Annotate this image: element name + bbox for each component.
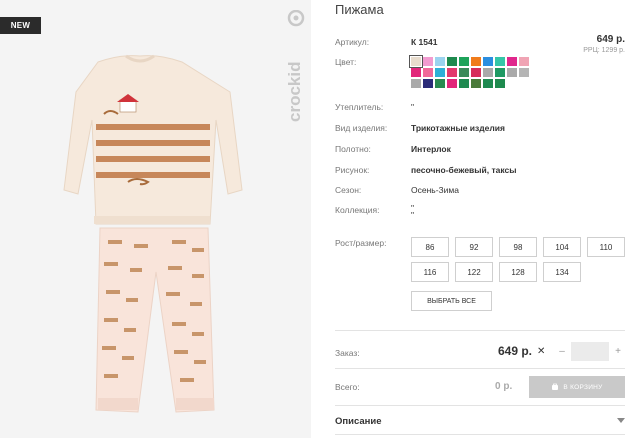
collection-label: Коллекция: (335, 205, 380, 215)
size-button[interactable]: 116 (411, 262, 449, 282)
type-label: Вид изделия: (335, 123, 388, 133)
quantity-stepper: – + (556, 342, 624, 361)
color-swatch[interactable] (423, 79, 433, 88)
color-swatch[interactable] (483, 57, 493, 66)
collection-value: " " (411, 203, 415, 220)
color-swatch[interactable] (519, 68, 529, 77)
color-swatch[interactable] (483, 68, 493, 77)
size-button[interactable]: 122 (455, 262, 493, 282)
plus-button[interactable]: + (612, 346, 624, 357)
divider (335, 434, 625, 435)
add-to-cart-label: В КОРЗИНУ (563, 383, 603, 391)
color-swatch[interactable] (435, 68, 445, 77)
size-button[interactable]: 110 (587, 237, 625, 257)
pattern-label: Рисунок: (335, 165, 370, 175)
color-swatch[interactable] (435, 79, 445, 88)
color-swatch[interactable] (447, 68, 457, 77)
order-label: Заказ: (335, 348, 360, 358)
color-swatch[interactable] (507, 68, 517, 77)
minus-button[interactable]: – (556, 346, 568, 357)
size-grid: 86 92 98 104 110 116 122 128 134 (411, 237, 625, 282)
color-swatch[interactable] (471, 79, 481, 88)
color-swatch[interactable] (423, 68, 433, 77)
add-to-cart-button[interactable]: В КОРЗИНУ (529, 376, 625, 398)
rrp-price: РРЦ: 1299 р. (583, 47, 625, 54)
season-value: Осень-Зима (411, 185, 459, 195)
color-label: Цвет: (335, 57, 357, 67)
color-swatch[interactable] (483, 79, 493, 88)
size-button[interactable]: 104 (543, 237, 581, 257)
size-button[interactable]: 86 (411, 237, 449, 257)
quantity-input[interactable] (571, 342, 609, 361)
color-swatch[interactable] (411, 68, 421, 77)
fabric-label: Полотно: (335, 144, 371, 154)
color-swatch[interactable] (447, 79, 457, 88)
select-all-button[interactable]: ВЫБРАТЬ ВСЕ (411, 291, 492, 311)
divider (335, 330, 625, 331)
color-swatch[interactable] (459, 57, 469, 66)
size-button[interactable]: 134 (543, 262, 581, 282)
divider (335, 368, 625, 369)
divider (335, 405, 625, 406)
color-swatch[interactable] (435, 57, 445, 66)
description-toggle[interactable]: Описание (335, 416, 382, 427)
insulation-label: Утеплитель: (335, 102, 384, 112)
article-label: Артикул: (335, 37, 370, 47)
new-badge: NEW (0, 17, 41, 34)
color-swatch[interactable] (409, 55, 423, 68)
product-title: Пижама (335, 2, 384, 17)
color-swatch[interactable] (495, 79, 505, 88)
color-swatch[interactable] (519, 57, 529, 66)
color-swatch[interactable] (507, 57, 517, 66)
remove-icon[interactable]: ✕ (537, 346, 545, 357)
color-swatches (409, 55, 531, 88)
pajama-image (63, 54, 243, 413)
product-price: 649 р. (596, 34, 625, 45)
total-value: 0 р. (495, 381, 513, 392)
color-swatch[interactable] (495, 57, 505, 66)
size-button[interactable]: 92 (455, 237, 493, 257)
color-swatch[interactable] (423, 57, 433, 66)
cart-icon (552, 383, 559, 390)
color-swatch[interactable] (459, 68, 469, 77)
size-label: Рост/размер: (335, 238, 387, 248)
total-label: Всего: (335, 382, 360, 392)
color-swatch[interactable] (459, 79, 469, 88)
brand-logo: crockid (286, 10, 305, 122)
color-swatch[interactable] (447, 57, 457, 66)
chevron-down-icon[interactable] (617, 418, 625, 423)
color-swatch[interactable] (411, 79, 421, 88)
order-price: 649 р. (498, 344, 533, 358)
color-swatch[interactable] (471, 68, 481, 77)
type-value: Трикотажные изделия (411, 123, 505, 133)
article-value: К 1541 (411, 37, 438, 47)
pattern-value: песочно-бежевый, таксы (411, 165, 517, 175)
size-button[interactable]: 128 (499, 262, 537, 282)
color-swatch[interactable] (471, 57, 481, 66)
insulation-value: " (411, 102, 415, 112)
fabric-value: Интерлок (411, 144, 451, 154)
size-button[interactable]: 98 (499, 237, 537, 257)
season-label: Сезон: (335, 185, 362, 195)
svg-text:crockid: crockid (286, 62, 304, 122)
product-image-panel[interactable]: NEW crockid (0, 0, 311, 438)
color-swatch[interactable] (495, 68, 505, 77)
